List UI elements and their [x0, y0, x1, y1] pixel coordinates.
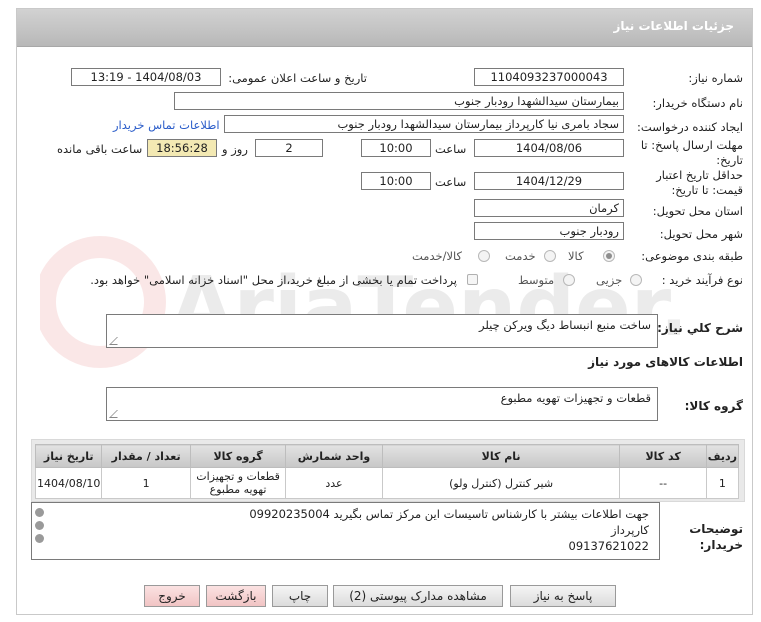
buyer-contact-link[interactable]: اطلاعات تماس خریدار: [113, 118, 220, 132]
validity-label: حداقل تاریخ اعتبار قیمت: تا تاریخ:: [656, 168, 743, 197]
col-row-header: ردیف: [705, 444, 740, 468]
cell-qty: 1: [101, 467, 191, 499]
summary-text: ساخت منبع انبساط دیگ ویرکن چیلر: [479, 318, 651, 332]
city-field: رودبار جنوب: [474, 222, 624, 240]
col-date-header: تاریخ نیاز: [34, 444, 103, 468]
scroll-thumb-icon[interactable]: [35, 521, 44, 530]
need-number-field: 1104093237000043: [474, 68, 624, 86]
buyer-notes-label: توضیحات خریدار:: [689, 522, 743, 552]
back-button[interactable]: بازگشت: [206, 585, 266, 607]
announce-label: تاریخ و ساعت اعلان عمومی:: [228, 71, 367, 85]
print-button[interactable]: چاپ: [272, 585, 328, 607]
buyer-notes-line: کارپرداز: [611, 523, 649, 537]
buyer-notes-field: جهت اطلاعات بیشتر با کارشناس تاسیسات این…: [31, 502, 660, 560]
deadline-time-label: ساعت: [435, 142, 467, 156]
goods-group-label: گروه کالا:: [684, 399, 743, 413]
category-option-service: خدمت: [505, 249, 536, 263]
province-field: کرمان: [474, 199, 624, 217]
cell-date: 1404/08/10: [34, 467, 103, 499]
province-label: استان محل تحویل:: [652, 204, 743, 218]
process-option-medium: متوسط: [518, 273, 555, 287]
attachments-button[interactable]: مشاهده مدارک پیوستی (2): [333, 585, 503, 607]
remaining-label: ساعت باقی مانده: [57, 142, 143, 156]
goods-section-title: اطلاعات کالاهای مورد نیاز: [588, 355, 743, 369]
cell-group: قطعات و تجهیزات تهویه مطبوع: [189, 467, 287, 499]
validity-date-field: 1404/12/29: [474, 172, 624, 190]
summary-field: ساخت منبع انبساط دیگ ویرکن چیلر: [106, 314, 658, 348]
items-table-header: ردیف کد کالا نام کالا واحد شمارش گروه کا…: [34, 444, 740, 468]
resize-grip-icon[interactable]: [109, 337, 125, 345]
buyer-org-label: نام دستگاه خریدار:: [652, 96, 743, 110]
goods-group-field: قطعات و تجهیزات تهویه مطبوع: [106, 387, 658, 421]
buyer-notes-scrollbar[interactable]: [33, 504, 45, 558]
remaining-time-field: 18:56:28: [147, 139, 217, 157]
deadline-label: مهلت ارسال پاسخ: تا تاریخ:: [640, 138, 743, 167]
announce-field: 1404/08/03 - 13:19: [71, 68, 221, 86]
need-number-label: شماره نیاز:: [688, 71, 743, 85]
process-label: نوع فرآیند خرید :: [661, 273, 743, 287]
cell-unit: عدد: [285, 467, 383, 499]
process-option-partial: جزیی: [596, 273, 623, 287]
category-radio-goods-service[interactable]: [478, 250, 490, 262]
process-radio-partial[interactable]: [630, 274, 642, 286]
validity-time-label: ساعت: [435, 175, 467, 189]
buyer-notes-line: 09137621022: [568, 539, 649, 553]
scroll-up-icon[interactable]: [35, 508, 44, 517]
buyer-notes-text: جهت اطلاعات بیشتر با کارشناس تاسیسات این…: [249, 506, 649, 554]
validity-time-field: 10:00: [361, 172, 431, 190]
category-radio-service[interactable]: [544, 250, 556, 262]
col-name-header: نام کالا: [381, 444, 621, 468]
process-radio-medium[interactable]: [563, 274, 575, 286]
col-group-header: گروه کالا: [189, 444, 287, 468]
day-and-label: روز و: [222, 142, 248, 156]
col-qty-header: تعداد / مقدار: [101, 444, 191, 468]
days-field: 2: [255, 139, 323, 157]
col-unit-header: واحد شمارش: [285, 444, 383, 468]
panel-title: جزئیات اطلاعات نیاز: [613, 19, 734, 33]
goods-group-text: قطعات و تجهیزات تهویه مطبوع: [500, 391, 651, 405]
buyer-notes-line: جهت اطلاعات بیشتر با کارشناس تاسیسات این…: [249, 507, 649, 521]
table-row: 1 -- شیر کنترل (کنترل ولو) عدد قطعات و ت…: [34, 467, 740, 499]
panel-header: جزئیات اطلاعات نیاز: [17, 9, 752, 47]
summary-label: شرح کلي نياز:: [657, 321, 743, 335]
creator-field: سجاد بامری نیا کارپرداز بیمارستان سیدالش…: [224, 115, 624, 133]
items-table: ردیف کد کالا نام کالا واحد شمارش گروه کا…: [34, 444, 740, 499]
resize-grip-icon[interactable]: [109, 410, 125, 418]
deadline-date-field: 1404/08/06: [474, 139, 624, 157]
buyer-org-field: بیمارستان سیدالشهدا رودبار جنوب: [174, 92, 624, 110]
category-option-goods-service: کالا/خدمت: [412, 249, 463, 263]
col-code-header: کد کالا: [619, 444, 707, 468]
cell-name: شیر کنترل (کنترل ولو): [381, 467, 621, 499]
deadline-time-field: 10:00: [361, 139, 431, 157]
city-label: شهر محل تحویل:: [659, 227, 743, 241]
payment-note: پرداخت تمام یا بخشی از مبلغ خرید،از محل …: [90, 273, 457, 287]
category-option-goods: کالا: [568, 249, 584, 263]
creator-label: ایجاد کننده درخواست:: [637, 120, 743, 134]
scroll-down-icon[interactable]: [35, 534, 44, 543]
cell-row: 1: [705, 467, 740, 499]
exit-button[interactable]: خروج: [144, 585, 200, 607]
treasury-checkbox[interactable]: [467, 274, 478, 285]
category-label: طبقه بندی موضوعی:: [641, 249, 743, 263]
category-radio-goods[interactable]: [603, 250, 615, 262]
cell-code: --: [619, 467, 707, 499]
reply-button[interactable]: پاسخ به نیاز: [510, 585, 616, 607]
